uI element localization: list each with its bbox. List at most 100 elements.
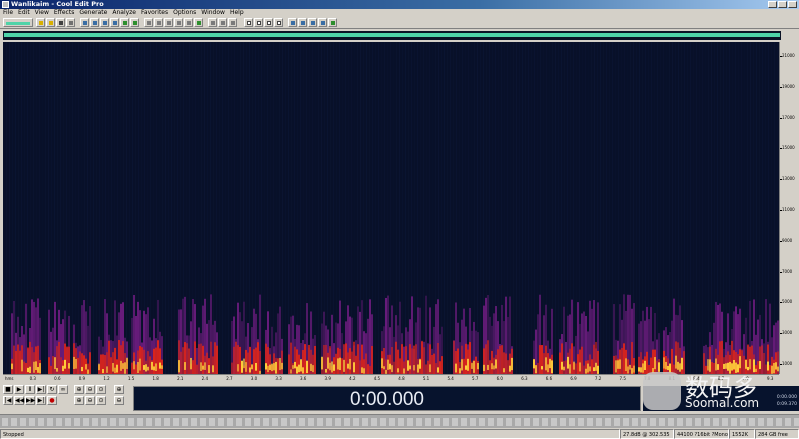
meter-segment	[119, 418, 125, 426]
spectrum-streak	[726, 42, 727, 374]
play-looped-transport-button[interactable]: ↻	[47, 385, 57, 394]
zoom-full-button[interactable]: ⊙	[96, 385, 106, 394]
pause-button[interactable]: Ⅱ	[25, 385, 35, 394]
view-button-3[interactable]	[264, 18, 273, 27]
spectrum-band	[359, 360, 361, 374]
zoom-right-button[interactable]: ⊖	[85, 396, 95, 405]
waveform-overview[interactable]	[3, 31, 781, 40]
zoom-out-horizontal-button[interactable]: ⊖	[85, 385, 95, 394]
zoom-in-vertical-button[interactable]: ⊕	[114, 385, 124, 394]
help-button[interactable]	[218, 18, 227, 27]
spectrum-peak	[200, 362, 202, 372]
spectrum-streak	[384, 42, 385, 374]
menu-view[interactable]: View	[35, 9, 49, 17]
meter-segment	[11, 418, 17, 426]
zoom-button[interactable]	[120, 18, 129, 27]
maximize-button[interactable]	[778, 1, 787, 8]
play-to-end-button[interactable]: ▶|	[36, 385, 46, 394]
go-to-start-button[interactable]: |◀	[3, 396, 13, 405]
scripts-button[interactable]	[194, 18, 203, 27]
menu-options[interactable]: Options	[173, 9, 196, 17]
zoom-left-button[interactable]: ⊕	[74, 396, 84, 405]
spectrum-streak	[171, 42, 172, 374]
rewind-button[interactable]: ◀◀	[14, 396, 24, 405]
meter-segment	[362, 418, 368, 426]
zoom-in-horizontal-button[interactable]: ⊕	[74, 385, 84, 394]
select-all-button[interactable]	[110, 18, 119, 27]
spectrum-streak	[75, 42, 76, 374]
paste-button[interactable]	[80, 18, 89, 27]
spectrum-streak	[246, 42, 247, 374]
spectrum-peak	[133, 361, 135, 370]
spectrum-band	[425, 295, 427, 374]
view-button-1[interactable]	[244, 18, 253, 27]
menu-favorites[interactable]: Favorites	[141, 9, 168, 17]
spectrum-band	[351, 351, 353, 374]
zoom-out-vertical-button[interactable]: ⊖	[114, 396, 124, 405]
stop-button[interactable]: ■	[3, 385, 13, 394]
save-button[interactable]	[46, 18, 55, 27]
menu-window[interactable]: Window	[201, 9, 225, 17]
spectrum-streak	[276, 42, 277, 374]
go-to-end-button[interactable]: ▶|	[36, 396, 46, 405]
spectrum-streak	[378, 42, 379, 374]
menu-analyze[interactable]: Analyze	[112, 9, 136, 17]
loop-toggle-button[interactable]: ∞	[58, 385, 68, 394]
properties-button[interactable]	[174, 18, 183, 27]
minimize-button[interactable]	[768, 1, 777, 8]
menu-help[interactable]: Help	[230, 9, 244, 17]
overview-range-bar[interactable]	[4, 33, 780, 37]
meter-segment	[137, 418, 143, 426]
spectral-display[interactable]	[3, 42, 779, 374]
spectrum-streak	[300, 42, 301, 374]
spectrum-peak	[241, 360, 243, 373]
menu-bar: File Edit View Effects Generate Analyze …	[0, 9, 799, 17]
spectral-view-button[interactable]	[130, 18, 139, 27]
spectrum-peak	[64, 359, 66, 369]
menu-effects[interactable]: Effects	[54, 9, 74, 17]
spectrum-streak	[588, 42, 589, 374]
view-button-2[interactable]	[254, 18, 263, 27]
spectrum-peak	[143, 365, 145, 370]
spectrum-band	[507, 360, 509, 374]
settings-button[interactable]	[184, 18, 193, 27]
spectrum-streak	[177, 42, 178, 374]
spectrum-band	[31, 347, 33, 374]
spectrum-band	[367, 364, 369, 374]
menu-edit[interactable]: Edit	[18, 9, 30, 17]
meter-segment	[371, 418, 377, 426]
play-looped-button[interactable]	[164, 18, 173, 27]
cut-button[interactable]	[56, 18, 65, 27]
spectrum-band	[539, 345, 541, 374]
spectrum-peak	[477, 363, 479, 370]
view-button-5[interactable]	[288, 18, 297, 27]
spectrum-band	[575, 363, 577, 374]
menu-file[interactable]: File	[3, 9, 13, 17]
tool-button[interactable]	[228, 18, 237, 27]
waveform-view-button[interactable]	[3, 18, 33, 27]
cue-list-button[interactable]	[208, 18, 217, 27]
copy-button[interactable]	[66, 18, 75, 27]
menu-generate[interactable]: Generate	[79, 9, 107, 17]
spectrum-peak	[619, 359, 621, 369]
spectrum-peak	[509, 365, 511, 372]
multitrack-mode-button[interactable]	[154, 18, 163, 27]
spectrum-streak	[666, 42, 667, 374]
zoom-selection-button[interactable]: ⊙	[96, 396, 106, 405]
view-button-7[interactable]	[308, 18, 317, 27]
mix-paste-button[interactable]	[100, 18, 109, 27]
spectrum-peak	[638, 367, 640, 372]
edit-mode-button[interactable]	[144, 18, 153, 27]
record-button[interactable]: ●	[47, 396, 57, 405]
spectrum-peak	[339, 357, 341, 371]
close-button[interactable]	[788, 1, 797, 8]
view-button-8[interactable]	[318, 18, 327, 27]
time-tick: 5.4	[447, 376, 454, 381]
open-button[interactable]	[36, 18, 45, 27]
view-button-6[interactable]	[298, 18, 307, 27]
fast-forward-button[interactable]: ▶▶	[25, 396, 35, 405]
view-button-4[interactable]	[274, 18, 283, 27]
undo-button[interactable]	[90, 18, 99, 27]
play-button[interactable]: ▶	[14, 385, 24, 394]
view-button-9[interactable]	[328, 18, 337, 27]
